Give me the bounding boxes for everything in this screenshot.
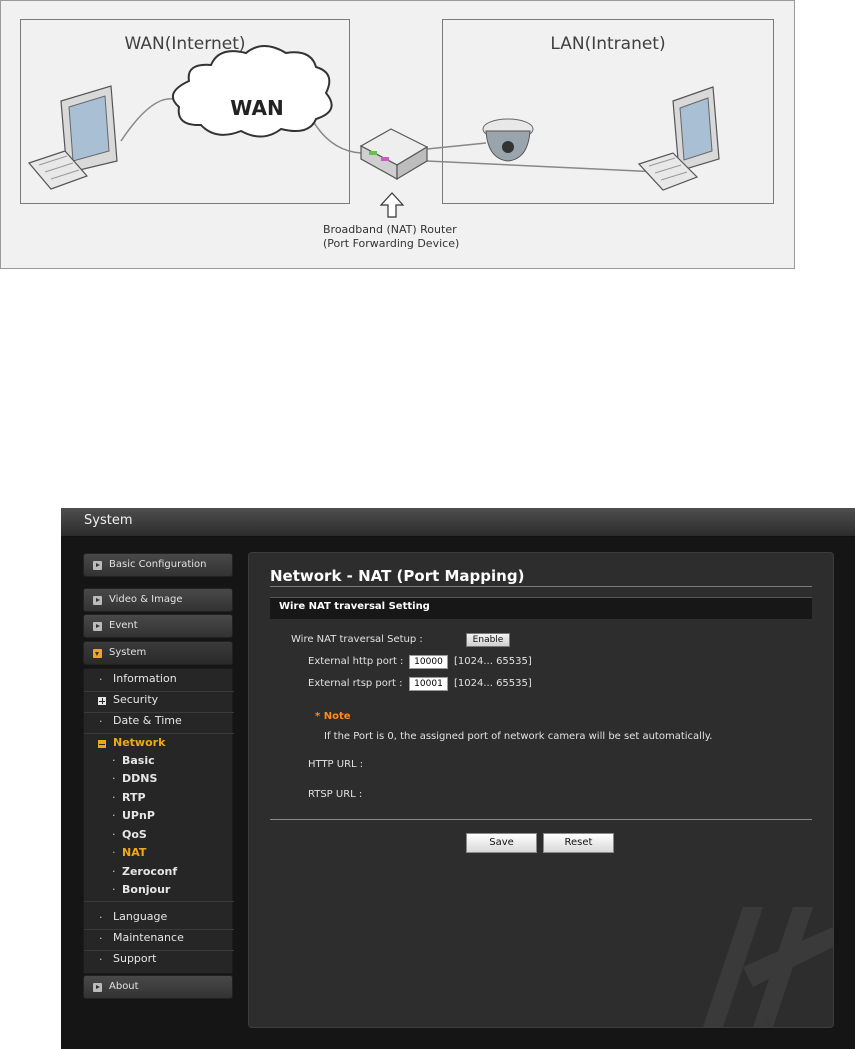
camera-web-ui: System Basic Configuration Video & Image… [61, 508, 855, 1049]
title-divider [270, 586, 812, 587]
wan-cloud-icon [171, 45, 333, 138]
note-text: If the Port is 0, the assigned port of n… [324, 731, 713, 742]
router-caption-line1: Broadband (NAT) Router [323, 223, 457, 236]
sidebar-item-label: Basic [122, 754, 155, 767]
expand-arrow-icon [93, 561, 102, 570]
sidebar-item-date-time[interactable]: · Date & Time [84, 713, 234, 734]
network-diagram: WAN(Internet) LAN(Intranet) WAN Broadban… [0, 0, 795, 269]
rtsp-port-label: External rtsp port : [308, 678, 403, 689]
bullet-icon: · [112, 846, 116, 859]
sidebar-item-label: Language [113, 910, 168, 923]
sidebar-item-label: RTP [122, 791, 146, 804]
http-port-range: [1024... 65535] [454, 656, 532, 667]
bullet-icon: · [112, 828, 116, 841]
sidebar-item-language[interactable]: · Language [84, 909, 234, 930]
note-title: * Note [315, 711, 351, 722]
nat-setup-label: Wire NAT traversal Setup : [291, 634, 423, 645]
menu-system[interactable]: System [83, 641, 233, 665]
sidebar-item-label: Zeroconf [122, 865, 178, 878]
router-caption: Broadband (NAT) Router (Port Forwarding … [323, 223, 459, 251]
sidebar-item-network-bonjour[interactable]: · Bonjour [84, 882, 234, 902]
sidebar-item-security[interactable]: Security [84, 692, 234, 713]
expand-arrow-icon [93, 596, 102, 605]
sidebar-item-network-zeroconf[interactable]: · Zeroconf [84, 864, 234, 882]
lan-computer-icon [637, 86, 720, 191]
expand-arrow-icon [93, 622, 102, 631]
router-caption-line2: (Port Forwarding Device) [323, 237, 460, 250]
http-port-input[interactable]: 10000 [409, 655, 448, 669]
bullet-icon: · [112, 809, 116, 822]
menu-label: Event [109, 620, 138, 631]
menu-label: Basic Configuration [109, 559, 207, 570]
enable-button[interactable]: Enable [466, 633, 510, 647]
bullet-icon: · [99, 673, 103, 686]
menu-video-image[interactable]: Video & Image [83, 588, 233, 612]
menu-event[interactable]: Event [83, 614, 233, 638]
sidebar-item-support[interactable]: · Support [84, 951, 234, 971]
sidebar-item-network-upnp[interactable]: · UPnP [84, 808, 234, 826]
collapse-minus-icon [98, 740, 106, 748]
sidebar-item-label: DDNS [122, 772, 158, 785]
sidebar-item-label: NAT [122, 846, 147, 859]
sidebar-item-label: Maintenance [113, 931, 184, 944]
dome-camera-icon [482, 118, 534, 162]
bullet-icon: · [112, 865, 116, 878]
sidebar-item-label: Bonjour [122, 883, 171, 896]
sidebar-item-network-nat[interactable]: · NAT [84, 845, 234, 863]
menu-label: System [109, 647, 147, 658]
rtsp-port-input[interactable]: 10001 [409, 677, 448, 691]
sidebar-item-maintenance[interactable]: · Maintenance [84, 930, 234, 951]
window-title: System [84, 513, 133, 528]
window-header: System [61, 508, 855, 537]
bullet-icon: · [99, 911, 103, 924]
footer-divider [270, 819, 812, 820]
bullet-icon: · [112, 772, 116, 785]
system-submenu: · Information Security · Date & Time Net… [83, 668, 234, 974]
watermark-logo-icon [703, 907, 833, 1027]
expand-plus-icon [98, 697, 106, 705]
sidebar-item-label: Date & Time [113, 714, 182, 727]
cloud-label: WAN [230, 96, 283, 120]
menu-label: Video & Image [109, 594, 183, 605]
page-title: Network - NAT (Port Mapping) [270, 567, 525, 585]
sidebar-item-network-qos[interactable]: · QoS [84, 827, 234, 845]
section-header: Wire NAT traversal Setting [270, 597, 812, 619]
sidebar-item-label: QoS [122, 828, 147, 841]
sidebar-item-label: Network [113, 736, 166, 749]
bullet-icon: · [99, 953, 103, 966]
http-url-label: HTTP URL : [308, 759, 364, 770]
wan-computer-icon [27, 85, 118, 190]
sidebar-item-label: Support [113, 952, 157, 965]
reset-button[interactable]: Reset [543, 833, 614, 853]
up-arrow-icon [379, 192, 405, 218]
router-icon [359, 128, 429, 181]
bullet-icon: · [112, 791, 116, 804]
sidebar-item-label: Information [113, 672, 177, 685]
collapse-arrow-icon [93, 649, 102, 658]
section-title: Wire NAT traversal Setting [279, 601, 430, 612]
rtsp-port-range: [1024... 65535] [454, 678, 532, 689]
bullet-icon: · [99, 932, 103, 945]
sidebar-item-information[interactable]: · Information [84, 671, 234, 692]
expand-arrow-icon [93, 983, 102, 992]
http-port-label: External http port : [308, 656, 404, 667]
sidebar-item-network-ddns[interactable]: · DDNS [84, 771, 234, 789]
save-button[interactable]: Save [466, 833, 537, 853]
bullet-icon: · [112, 754, 116, 767]
rtsp-url-label: RTSP URL : [308, 789, 363, 800]
menu-basic-configuration[interactable]: Basic Configuration [83, 553, 233, 577]
content-panel: Network - NAT (Port Mapping) Wire NAT tr… [248, 552, 834, 1028]
menu-label: About [109, 981, 139, 992]
bullet-icon: · [112, 883, 116, 896]
bullet-icon: · [99, 715, 103, 728]
sidebar-item-network[interactable]: Network [84, 735, 234, 755]
sidebar-item-label: UPnP [122, 809, 155, 822]
sidebar-item-network-basic[interactable]: · Basic [84, 753, 234, 771]
menu-about[interactable]: About [83, 975, 233, 999]
sidebar-item-network-rtp[interactable]: · RTP [84, 790, 234, 808]
sidebar-item-label: Security [113, 693, 159, 706]
